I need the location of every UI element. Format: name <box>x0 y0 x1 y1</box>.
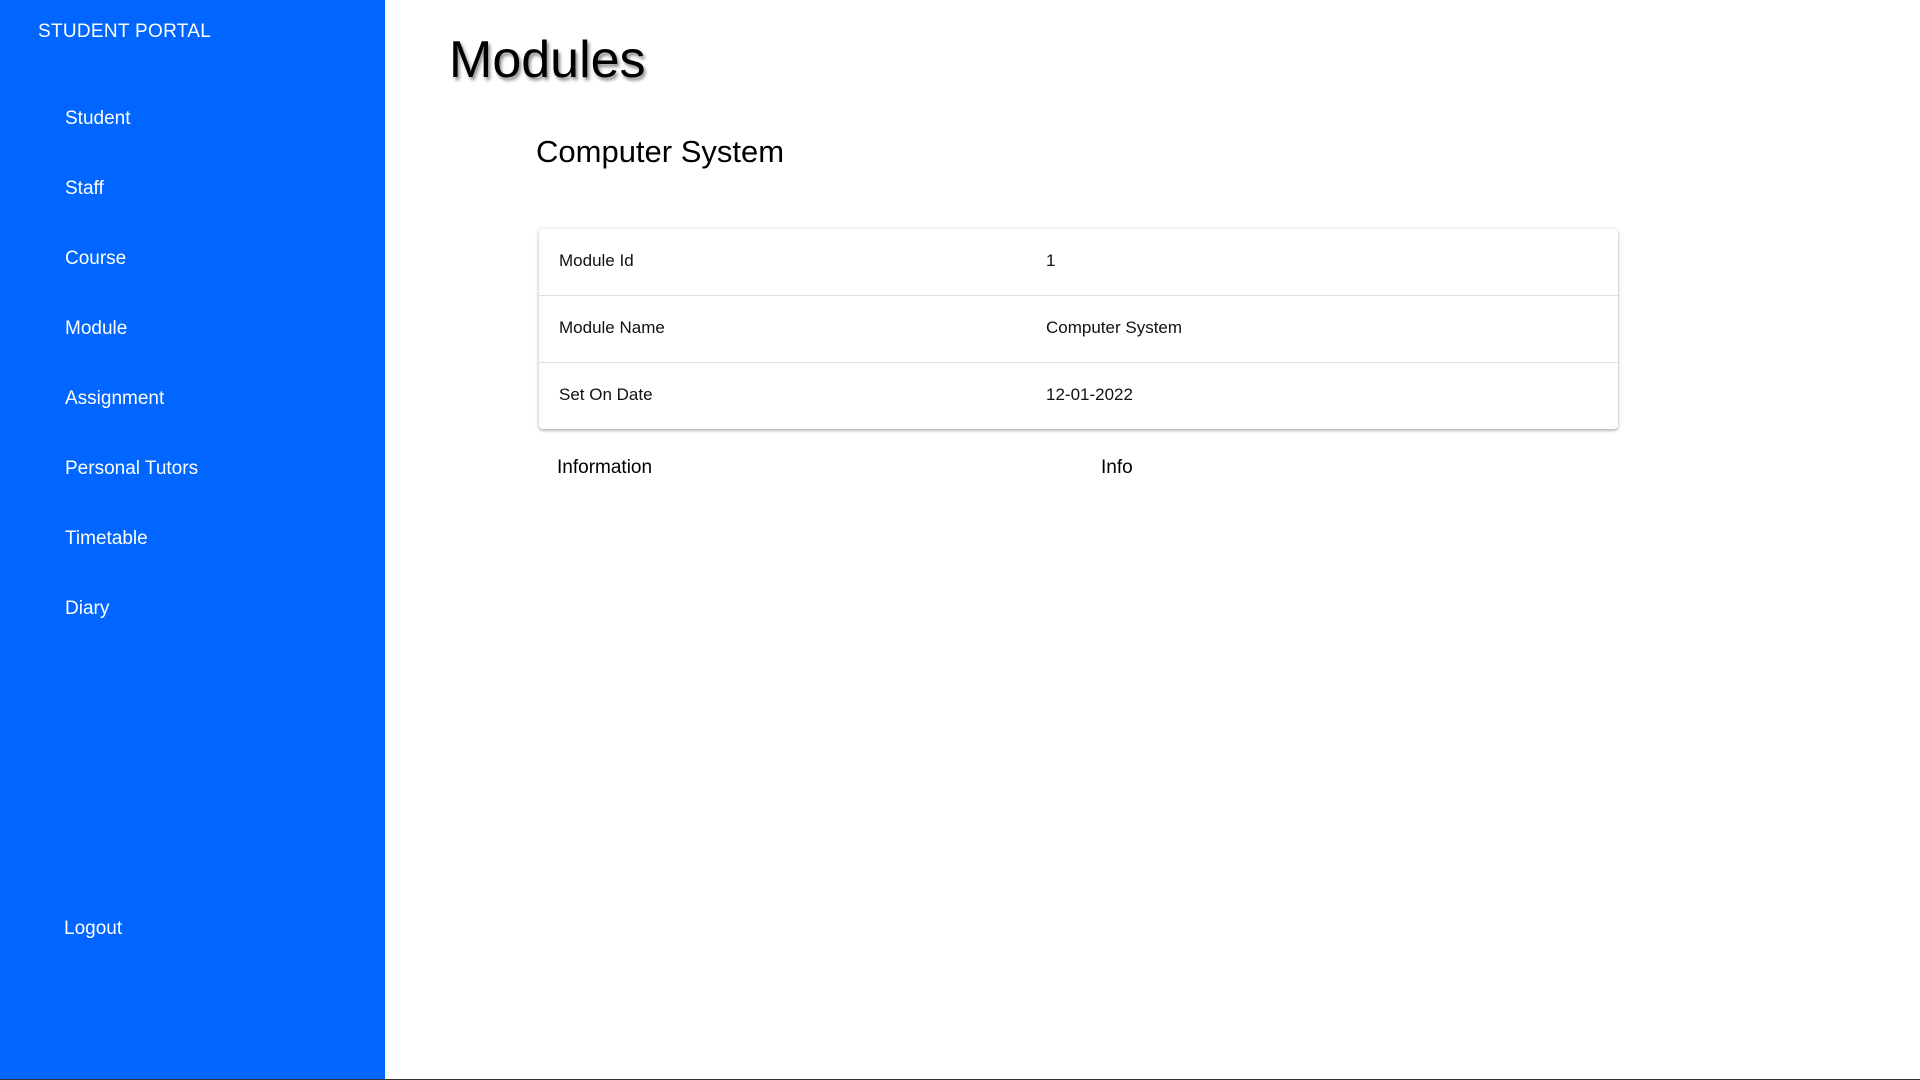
module-id-label: Module Id <box>559 251 634 270</box>
information-row: Information Info <box>557 457 1457 481</box>
portal-brand: STUDENT PORTAL <box>38 21 212 42</box>
set-on-date-label: Set On Date <box>559 385 653 404</box>
sidebar-item-diary[interactable]: Diary <box>0 580 385 650</box>
main-content: Modules Computer System Module Id 1 Modu… <box>385 0 1920 1079</box>
module-name-label: Module Name <box>559 318 665 337</box>
app-root: STUDENT PORTAL Student Staff Course Modu… <box>0 0 1920 1080</box>
logout-button[interactable]: Logout <box>64 918 122 940</box>
information-label: Information <box>557 457 653 478</box>
sidebar-item-student[interactable]: Student <box>0 90 385 160</box>
sidebar-item-module[interactable]: Module <box>0 300 385 370</box>
sidebar-item-course[interactable]: Course <box>0 230 385 300</box>
table-row: Module Id 1 <box>539 229 1618 296</box>
sidebar-item-staff[interactable]: Staff <box>0 160 385 230</box>
sidebar: STUDENT PORTAL Student Staff Course Modu… <box>0 0 385 1079</box>
sidebar-item-assignment[interactable]: Assignment <box>0 370 385 440</box>
module-heading: Computer System <box>536 134 785 169</box>
set-on-date-value: 12-01-2022 <box>1046 385 1133 404</box>
module-id-value: 1 <box>1046 251 1056 270</box>
page-title: Modules <box>449 31 646 89</box>
sidebar-nav: Student Staff Course Module Assignment P… <box>0 90 385 650</box>
table-row: Module Name Computer System <box>539 296 1618 363</box>
module-details-card: Module Id 1 Module Name Computer System … <box>539 229 1618 429</box>
module-name-value: Computer System <box>1046 318 1183 337</box>
sidebar-item-personal-tutors[interactable]: Personal Tutors <box>0 440 385 510</box>
sidebar-item-timetable[interactable]: Timetable <box>0 510 385 580</box>
information-value: Info <box>1101 457 1133 478</box>
table-row: Set On Date 12-01-2022 <box>539 363 1618 429</box>
